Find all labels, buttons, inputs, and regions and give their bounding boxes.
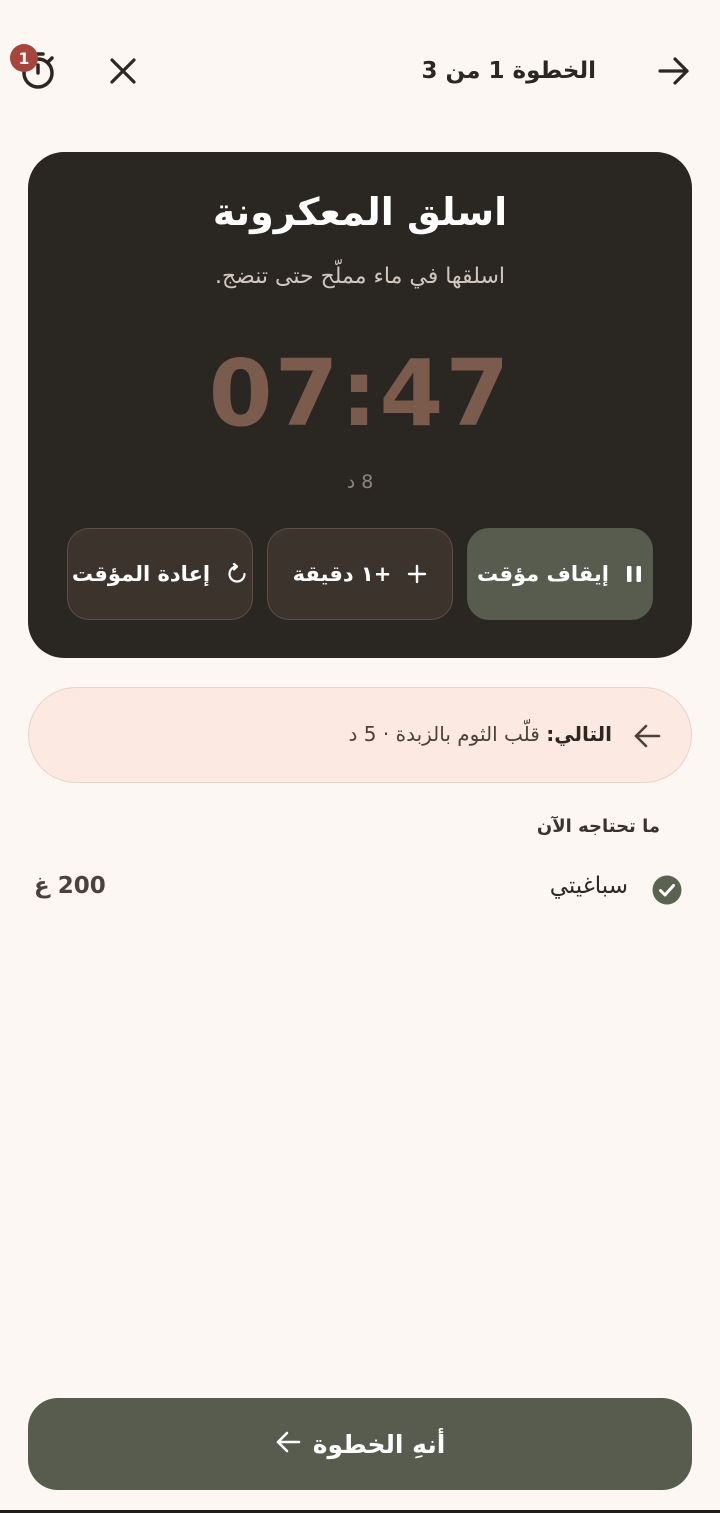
check-circle-icon[interactable] bbox=[652, 875, 682, 905]
next-step-button[interactable] bbox=[650, 48, 698, 94]
restart-icon bbox=[226, 563, 248, 585]
add-minute-button[interactable]: +١ دقيقة bbox=[267, 528, 453, 620]
reset-label: إعادة المؤقت bbox=[71, 562, 211, 586]
step-description: اسلقها في ماء مملّح حتى تنضج. bbox=[214, 264, 506, 289]
ingredients-heading: ما تحتاجه الآن bbox=[536, 816, 660, 837]
arrow-left-icon bbox=[634, 724, 661, 748]
add-minute-label: +١ دقيقة bbox=[292, 562, 392, 586]
finish-step-label: أنهِ الخطوة bbox=[312, 1429, 446, 1459]
ingredient-name: سباغيتي bbox=[549, 873, 628, 899]
finish-step-button[interactable]: أنهِ الخطوة bbox=[28, 1398, 692, 1490]
step-title: اسلق المعكرونة bbox=[212, 190, 508, 234]
pause-icon bbox=[625, 564, 643, 584]
pause-button[interactable]: إيقاف مؤقت bbox=[467, 528, 653, 620]
arrow-right-icon bbox=[658, 57, 689, 85]
next-step-detail: قلّب الثوم بالزبدة · 5 د bbox=[348, 722, 540, 746]
reset-timer-button[interactable]: إعادة المؤقت bbox=[67, 528, 253, 620]
total-duration: 8 د bbox=[346, 471, 374, 493]
timer-count-badge: 1 bbox=[10, 44, 38, 72]
pause-label: إيقاف مؤقت bbox=[477, 562, 609, 586]
close-icon bbox=[110, 58, 136, 84]
close-button[interactable] bbox=[100, 48, 146, 94]
plus-icon bbox=[407, 564, 427, 584]
arrow-left-icon bbox=[275, 1430, 301, 1459]
next-step-text: التالي: قلّب الثوم بالزبدة · 5 د bbox=[349, 718, 612, 750]
next-step-prefix: التالي: bbox=[546, 722, 612, 746]
countdown-display: 07:47 bbox=[208, 340, 512, 447]
top-bar: 1 الخطوة 1 من 3 bbox=[0, 0, 720, 140]
ingredient-quantity: 200 غ bbox=[34, 873, 106, 899]
step-indicator: الخطوة 1 من 3 bbox=[421, 58, 597, 84]
